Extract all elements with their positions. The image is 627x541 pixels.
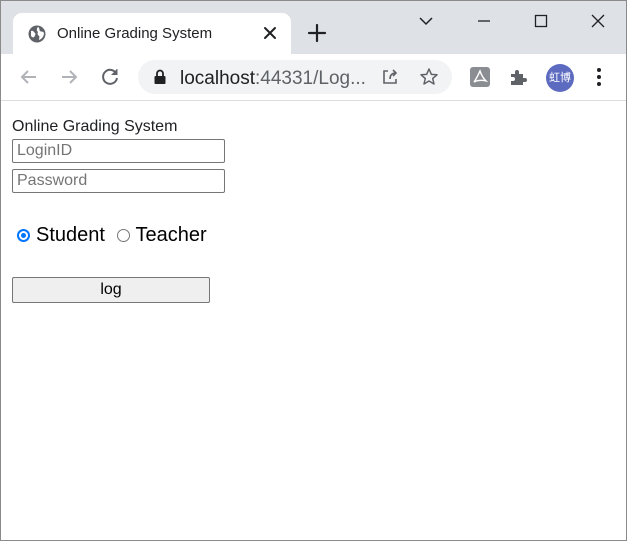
tab-active[interactable]: Online Grading System (13, 13, 291, 55)
arrow-right-icon[interactable] (57, 65, 81, 89)
maximize-icon[interactable] (529, 9, 553, 33)
acrobat-icon[interactable] (468, 65, 492, 89)
share-icon[interactable] (380, 67, 400, 87)
student-label: Student (36, 224, 105, 246)
arrow-left-icon[interactable] (17, 65, 41, 89)
role-selector: Student Teacher (17, 224, 207, 250)
log-button[interactable]: log (12, 277, 210, 303)
page-content: Online Grading System Student Teacher lo… (1, 101, 626, 540)
teacher-radio[interactable] (116, 229, 130, 242)
minimize-icon[interactable] (472, 9, 496, 33)
student-radio[interactable] (17, 229, 30, 242)
tab-strip: Online Grading System (1, 1, 626, 55)
chevron-down-icon[interactable] (414, 9, 438, 33)
puzzle-icon[interactable] (507, 65, 531, 89)
avatar[interactable]: 虹博 (546, 64, 574, 92)
page-title: Online Grading System (12, 118, 178, 135)
browser-window: Online Grading System localhost:44331/Lo… (0, 0, 627, 541)
browser-toolbar: localhost:44331/Log... 虹博 (1, 54, 626, 101)
role-option-student[interactable]: Student (17, 224, 105, 247)
kebab-menu-icon[interactable] (587, 65, 611, 89)
role-option-teacher[interactable]: Teacher (116, 224, 207, 247)
plus-icon[interactable] (306, 22, 328, 44)
password-input[interactable] (12, 169, 225, 193)
star-icon[interactable] (419, 67, 439, 87)
url-host: localhost (180, 68, 255, 89)
address-bar[interactable]: localhost:44331/Log... (138, 60, 452, 94)
login-id-input[interactable] (12, 139, 225, 163)
url-path: :44331/Log... (255, 68, 366, 89)
teacher-label: Teacher (135, 224, 207, 246)
reload-icon[interactable] (98, 65, 122, 89)
lock-icon[interactable] (153, 69, 167, 85)
close-icon[interactable] (262, 25, 278, 41)
tab-title: Online Grading System (57, 25, 213, 42)
globe-icon (28, 25, 46, 43)
url-text[interactable]: localhost:44331/Log... (180, 68, 370, 90)
close-window-icon[interactable] (586, 9, 610, 33)
